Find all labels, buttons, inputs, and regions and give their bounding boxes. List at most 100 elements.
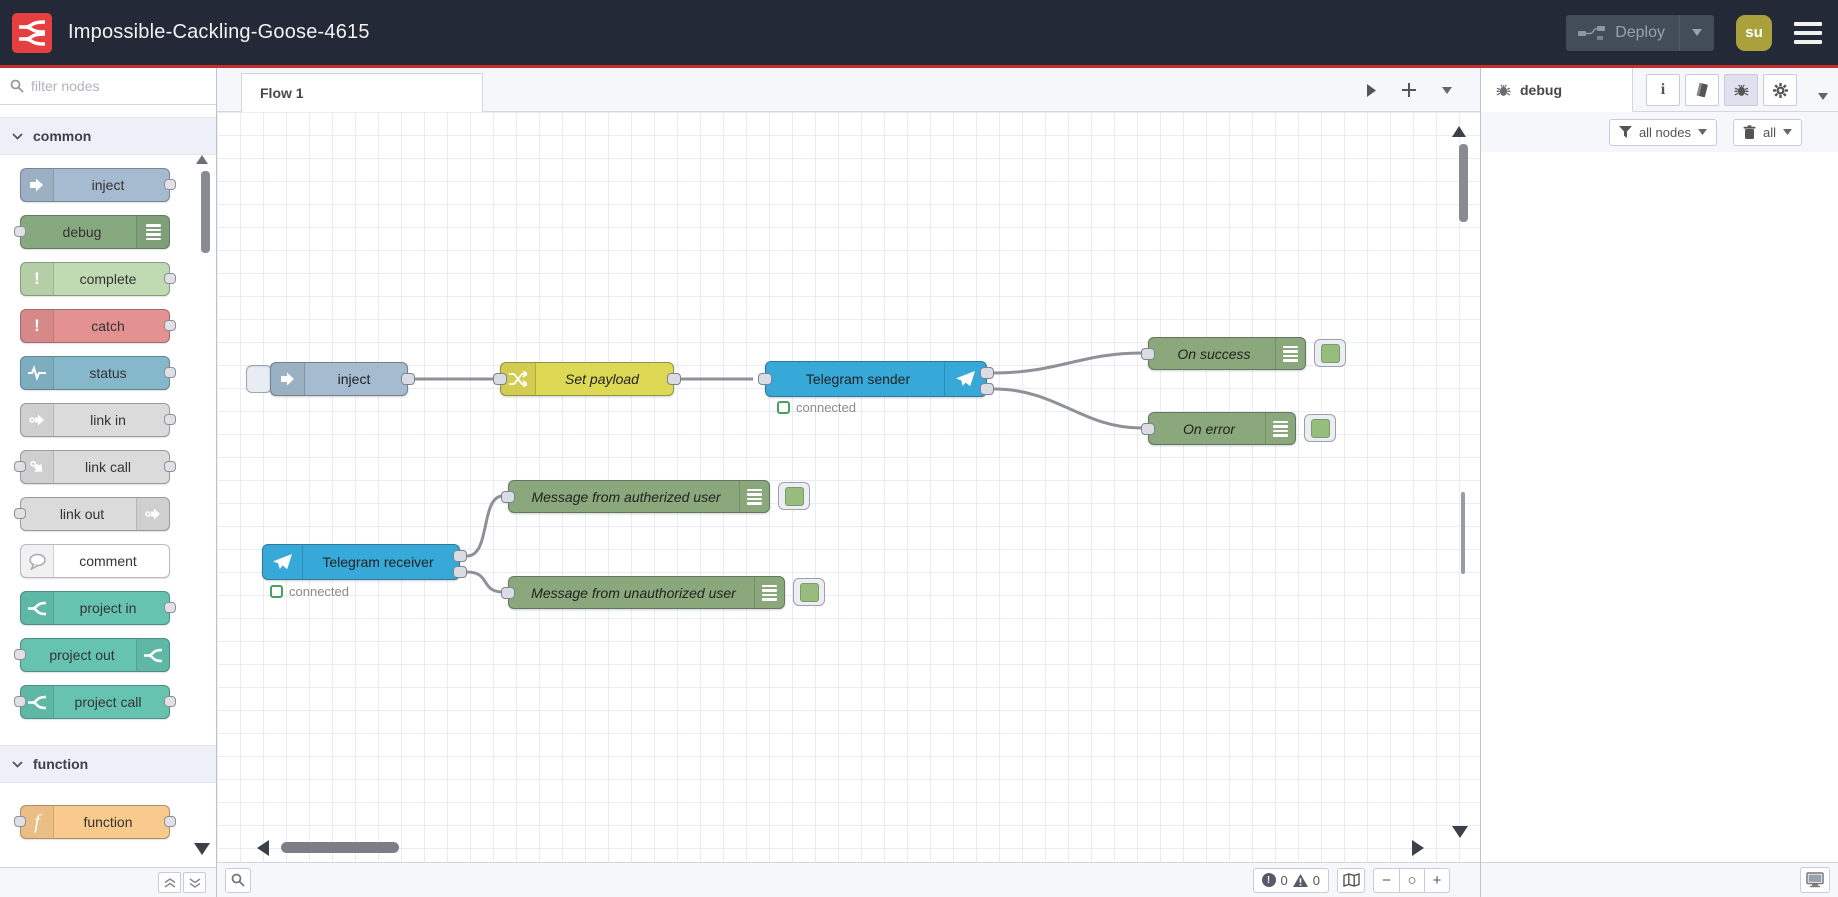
output-port[interactable] — [164, 367, 176, 378]
flow-canvas[interactable]: inject Set payload Telegram sender conne… — [217, 112, 1480, 862]
canvas-hscrollbar-thumb[interactable] — [281, 842, 399, 853]
flow-node-on-error[interactable]: On error — [1141, 412, 1296, 445]
palette-category-function[interactable]: function — [0, 745, 216, 783]
help-tab-button[interactable] — [1685, 74, 1719, 106]
zoom-out-button[interactable]: − — [1374, 869, 1399, 892]
deploy-button-main[interactable]: Deploy — [1566, 24, 1679, 42]
flow-node-telegram-receiver[interactable]: Telegram receiver — [262, 544, 467, 580]
palette-scroll-up-arrow[interactable] — [196, 155, 208, 164]
open-debug-window-button[interactable] — [1800, 867, 1830, 893]
output-port-2[interactable] — [980, 383, 994, 395]
palette-node-link-in[interactable]: link in — [20, 403, 176, 437]
on-success-toggle-button[interactable] — [1314, 339, 1346, 367]
input-port[interactable] — [14, 226, 26, 237]
wire-receiver-to-authorized[interactable] — [466, 494, 504, 558]
canvas-scroll-up-arrow[interactable] — [1452, 126, 1466, 137]
input-port[interactable] — [14, 816, 26, 827]
palette-node-project-call[interactable]: project call — [14, 685, 176, 719]
palette-node-link-out[interactable]: link out — [14, 497, 170, 531]
output-port[interactable] — [164, 696, 176, 707]
palette-node-project-in[interactable]: project in — [20, 591, 176, 625]
canvas-scroll-left-arrow[interactable] — [257, 840, 269, 856]
input-port[interactable] — [501, 586, 515, 599]
deploy-options-button[interactable] — [1679, 14, 1714, 51]
navigator-button[interactable] — [1337, 867, 1365, 893]
output-port-2[interactable] — [453, 566, 467, 578]
debug-clear-button[interactable]: all — [1732, 118, 1802, 146]
palette-scroll-down-arrow[interactable] — [194, 843, 210, 855]
flow-node-inject[interactable]: inject — [270, 362, 415, 396]
input-port[interactable] — [758, 373, 772, 385]
palette-node-status[interactable]: status — [20, 356, 176, 390]
flow-node-msg-authorized[interactable]: Message from autherized user — [501, 480, 770, 513]
output-port-1[interactable] — [980, 367, 994, 379]
canvas-vscrollbar-thumb[interactable] — [1459, 144, 1468, 222]
output-port[interactable] — [164, 461, 176, 472]
output-port[interactable] — [164, 179, 176, 190]
expand-all-categories-button[interactable] — [183, 872, 206, 893]
flow-node-set-payload[interactable]: Set payload — [493, 362, 681, 396]
input-port[interactable] — [14, 696, 26, 707]
output-port-1[interactable] — [453, 550, 467, 562]
zoom-reset-button[interactable]: ○ — [1399, 868, 1424, 892]
collapse-all-categories-button[interactable] — [158, 872, 181, 893]
input-port[interactable] — [1141, 422, 1155, 435]
output-port[interactable] — [164, 602, 176, 613]
output-port[interactable] — [164, 273, 176, 284]
inject-trigger-button[interactable] — [246, 365, 272, 393]
palette-scrollbar-thumb[interactable] — [201, 171, 210, 253]
debug-filter-button[interactable]: all nodes — [1608, 118, 1717, 146]
deploy-button[interactable]: Deploy — [1566, 14, 1714, 51]
palette-search[interactable] — [0, 68, 216, 105]
config-tab-button[interactable] — [1763, 74, 1797, 106]
palette-node-inject[interactable]: inject — [20, 168, 176, 202]
output-port[interactable] — [164, 414, 176, 425]
flow-node-msg-unauthorized[interactable]: Message from unauthorized user — [501, 576, 785, 609]
palette-node-complete[interactable]: ! complete — [20, 262, 176, 296]
wire-sender-to-onsuccess[interactable] — [993, 351, 1142, 375]
input-port[interactable] — [14, 508, 26, 519]
palette-node-function[interactable]: f function — [14, 805, 176, 839]
input-port[interactable] — [1141, 347, 1155, 360]
flow-list-dropdown-icon[interactable] — [1442, 86, 1452, 94]
msg-authorized-toggle-button[interactable] — [778, 482, 810, 510]
canvas-scroll-down-arrow[interactable] — [1452, 826, 1468, 838]
input-port[interactable] — [14, 649, 26, 660]
output-port[interactable] — [164, 816, 176, 827]
wire-receiver-to-unauthorized[interactable] — [466, 570, 504, 594]
canvas-search-button[interactable] — [225, 867, 251, 893]
bug-icon — [1496, 84, 1511, 96]
add-flow-button[interactable] — [1402, 83, 1416, 97]
palette-filter-input[interactable] — [31, 78, 181, 94]
output-port[interactable] — [164, 320, 176, 331]
palette-node-debug[interactable]: debug — [14, 215, 170, 249]
msg-unauthorized-toggle-button[interactable] — [793, 578, 825, 606]
palette-node-catch[interactable]: ! catch — [20, 309, 176, 343]
input-port[interactable] — [501, 490, 515, 503]
palette-category-common[interactable]: common — [0, 117, 216, 155]
flow-issues-indicator[interactable]: ! 0 0 — [1252, 867, 1329, 893]
debug-tab-button[interactable] — [1724, 74, 1758, 106]
on-error-toggle-button[interactable] — [1304, 414, 1336, 442]
output-port[interactable] — [667, 373, 681, 385]
input-port[interactable] — [14, 461, 26, 472]
sidebar-tabs-dropdown[interactable] — [1818, 87, 1828, 105]
flow-node-on-success[interactable]: On success — [1141, 337, 1306, 370]
main-menu-button[interactable] — [1794, 21, 1822, 44]
zoom-in-button[interactable]: + — [1424, 868, 1449, 892]
wire-sender-to-onerror[interactable] — [993, 387, 1142, 430]
flow-node-telegram-sender[interactable]: Telegram sender — [758, 361, 994, 397]
palette-node-project-out[interactable]: project out — [14, 638, 170, 672]
chevron-down-icon — [1818, 93, 1828, 100]
next-tab-arrow-icon[interactable] — [1367, 83, 1376, 97]
user-avatar[interactable]: su — [1736, 14, 1772, 51]
input-port[interactable] — [493, 373, 507, 385]
canvas-scroll-right-arrow[interactable] — [1412, 840, 1424, 856]
info-tab-button[interactable]: i — [1646, 74, 1680, 106]
output-port[interactable] — [401, 373, 415, 385]
canvas-vscrollbar-mark[interactable] — [1461, 492, 1465, 574]
tab-flow-1[interactable]: Flow 1 — [241, 73, 483, 112]
palette-node-comment[interactable]: comment — [20, 544, 170, 578]
tab-debug[interactable]: debug — [1481, 68, 1633, 112]
palette-node-link-call[interactable]: link call — [14, 450, 176, 484]
